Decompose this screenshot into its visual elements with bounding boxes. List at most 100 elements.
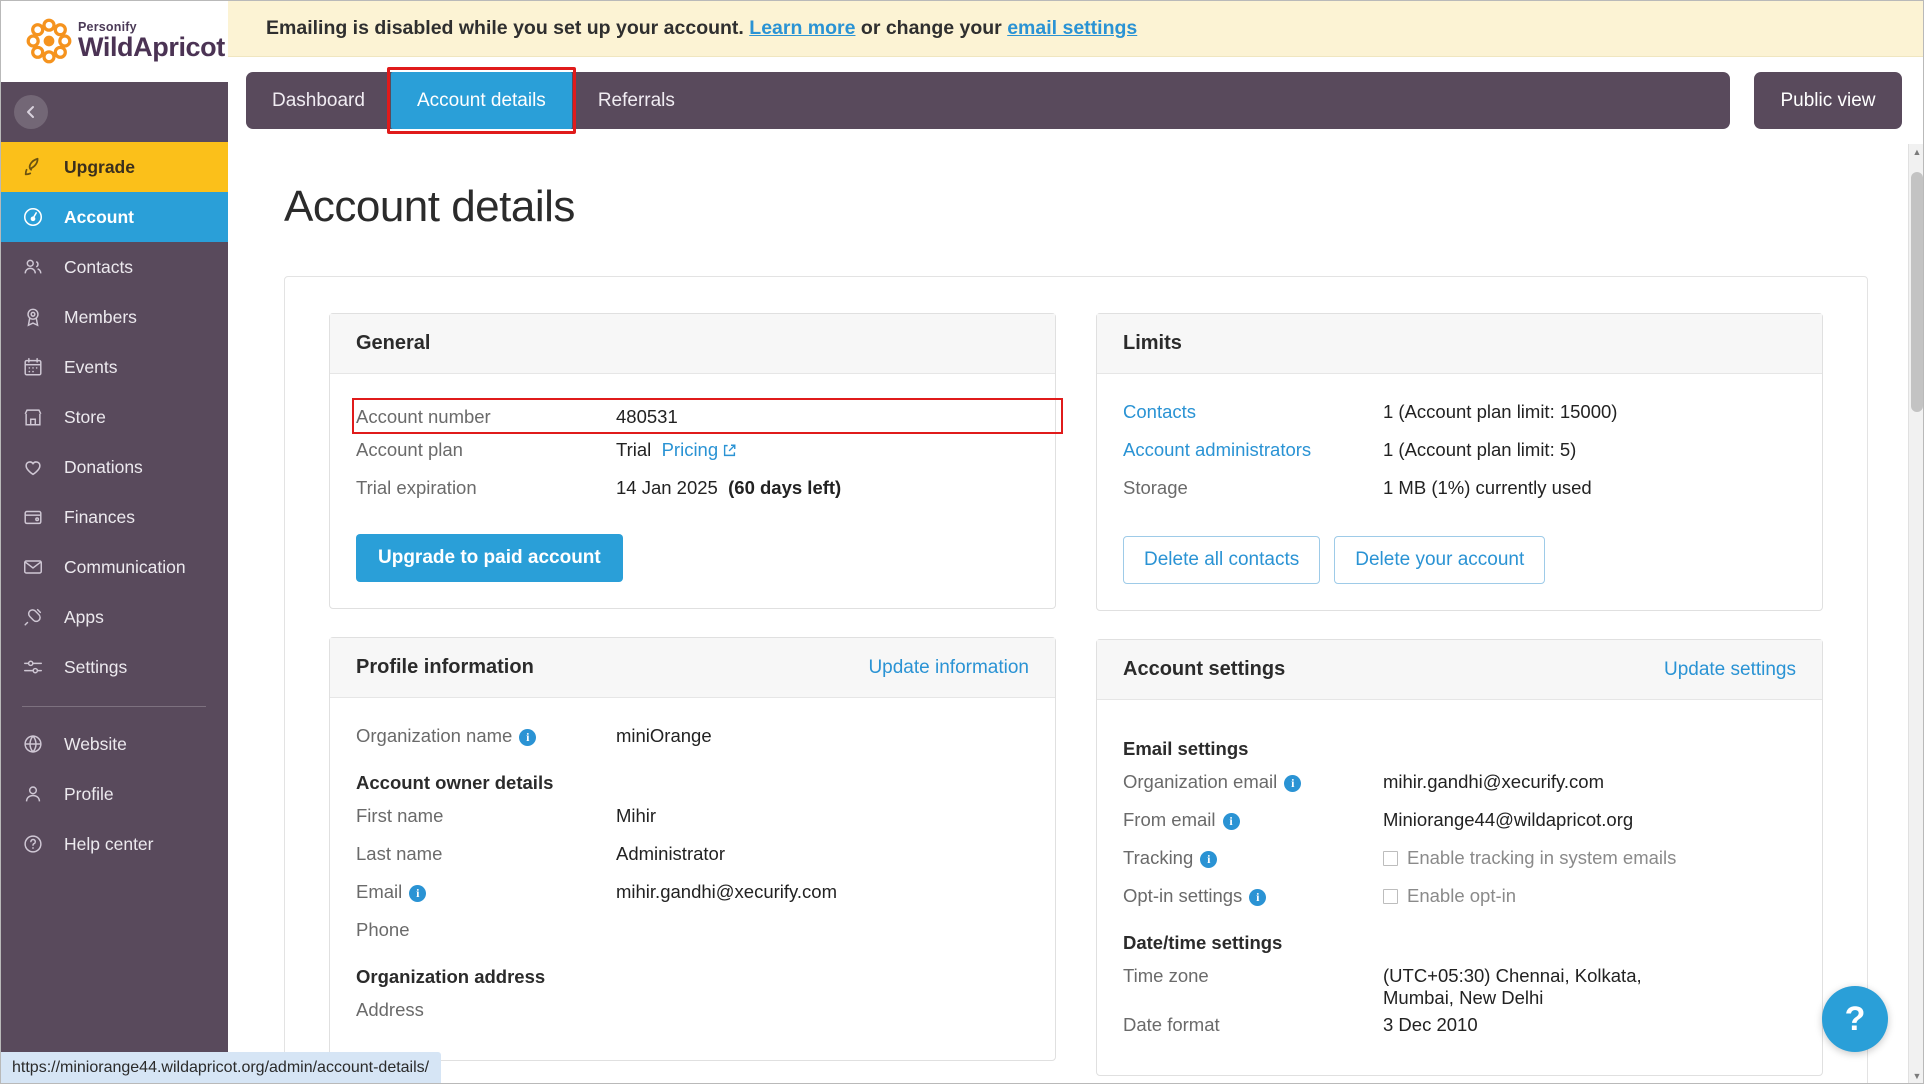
optin-value: Enable opt-in (1383, 882, 1516, 907)
datetime-settings-heading: Date/time settings (1123, 932, 1283, 953)
info-icon[interactable]: i (1200, 851, 1218, 868)
sidebar-item-contacts[interactable]: Contacts (0, 242, 228, 292)
sidebar-item-label: Events (64, 356, 118, 377)
store-icon (22, 406, 52, 428)
tracking-label: Tracking i (1123, 844, 1383, 869)
tab-dashboard[interactable]: Dashboard (246, 72, 391, 129)
email-settings-link[interactable]: email settings (1007, 17, 1137, 40)
limits-card-header: Limits (1097, 314, 1822, 374)
organization-email-row: Organization email i mihir.gandhi@xecurif… (1123, 768, 1796, 804)
account-plan-row: Account plan Trial Pricing (356, 436, 1029, 472)
scroll-up-arrow[interactable]: ▲ (1909, 144, 1924, 160)
sidebar-item-finances[interactable]: Finances (0, 492, 228, 542)
question-circle-icon (22, 833, 52, 855)
account-settings-card-header: Account settings Update settings (1097, 640, 1822, 700)
status-bar-url: https://miniorange44.wildapricot.org/adm… (0, 1052, 442, 1084)
contacts-limit-link[interactable]: Contacts (1123, 398, 1383, 423)
account-administrators-link[interactable]: Account administrators (1123, 436, 1383, 461)
address-row: Address (356, 996, 1029, 1032)
sidebar-item-label: Contacts (64, 256, 134, 277)
tabbar: Dashboard Account details Referrals (246, 67, 1730, 134)
sidebar-item-communication[interactable]: Communication (0, 542, 228, 592)
delete-your-account-button[interactable]: Delete your account (1334, 536, 1546, 584)
info-icon[interactable]: i (1249, 889, 1267, 906)
tab-account-details[interactable]: Account details (386, 67, 576, 134)
from-email-label: From email i (1123, 806, 1383, 831)
info-icon[interactable]: i (519, 729, 537, 746)
update-information-link[interactable]: Update information (868, 657, 1029, 679)
sidebar-item-settings[interactable]: Settings (0, 642, 228, 692)
sidebar-item-help-center[interactable]: Help center (0, 819, 228, 869)
tracking-value: Enable tracking in system emails (1383, 844, 1676, 869)
sidebar-item-members[interactable]: Members (0, 292, 228, 342)
email-settings-heading: Email settings (1123, 738, 1249, 759)
organization-email-label-text: Organization email (1123, 771, 1278, 792)
upgrade-to-paid-account-button[interactable]: Upgrade to paid account (356, 534, 623, 582)
organization-address-heading: Organization address (356, 966, 546, 987)
sidebar-item-apps[interactable]: Apps (0, 592, 228, 642)
phone-row: Phone (356, 916, 1029, 952)
account-number-value: 480531 (616, 406, 678, 427)
scrollbar-thumb[interactable] (1911, 172, 1923, 412)
limits-card-title: Limits (1123, 332, 1182, 354)
left-column: General Account number 480531 Account pl… (329, 313, 1063, 1084)
sidebar: Personify WildApricot Upgrade Account Co… (0, 0, 228, 1084)
pricing-link[interactable]: Pricing (662, 439, 719, 460)
sidebar-item-label: Communication (64, 556, 186, 577)
sidebar-item-events[interactable]: Events (0, 342, 228, 392)
info-icon[interactable]: i (409, 885, 427, 902)
tab-referrals[interactable]: Referrals (572, 72, 701, 129)
public-view-button[interactable]: Public view (1754, 72, 1902, 129)
notice-text: Emailing is disabled while you set up yo… (266, 16, 744, 39)
administrators-limit-value: 1 (Account plan limit: 5) (1383, 439, 1577, 460)
email-label: Email i (356, 878, 616, 903)
phone-label: Phone (356, 919, 410, 940)
general-card-title: General (356, 332, 431, 354)
wildapricot-flower-icon (26, 18, 72, 64)
organization-name-label-text: Organization name (356, 725, 513, 746)
general-card: General Account number 480531 Account pl… (329, 313, 1063, 609)
sidebar-item-account[interactable]: Account (0, 192, 228, 242)
page-scrollbar[interactable]: ▲ ▼ (1908, 144, 1924, 1084)
optin-checkbox[interactable] (1383, 889, 1398, 904)
learn-more-link[interactable]: Learn more (749, 17, 855, 40)
external-link-icon (722, 441, 737, 463)
account-plan-text: Trial (616, 439, 652, 460)
trial-days-left: (60 days left) (728, 477, 842, 498)
account-plan-value: Trial Pricing (616, 436, 737, 463)
tab-label: Account details (416, 89, 546, 111)
info-icon[interactable]: i (1284, 775, 1302, 792)
help-button[interactable]: ? (1822, 986, 1888, 1052)
last-name-value: Administrator (616, 843, 725, 864)
date-format-value: 3 Dec 2010 (1383, 1014, 1478, 1035)
date-format-row: Date format 3 Dec 2010 (1123, 1011, 1796, 1047)
person-icon (22, 783, 52, 805)
tracking-checkbox[interactable] (1383, 851, 1398, 866)
tab-label: Dashboard (272, 89, 365, 111)
account-owner-heading: Account owner details (356, 772, 554, 793)
sidebar-item-donations[interactable]: Donations (0, 442, 228, 492)
sidebar-item-label: Store (64, 406, 106, 427)
sidebar-item-store[interactable]: Store (0, 392, 228, 442)
update-settings-link[interactable]: Update settings (1664, 659, 1796, 681)
plug-icon (22, 606, 52, 628)
delete-all-contacts-button[interactable]: Delete all contacts (1123, 536, 1321, 584)
scroll-down-arrow[interactable]: ▼ (1909, 1068, 1924, 1084)
tabbar-wrapper: Dashboard Account details Referrals Publ… (228, 57, 1924, 144)
pricing-link-label: Pricing (661, 439, 719, 460)
email-row: Email i mihir.gandhi@xecurify.com (356, 878, 1029, 914)
sidebar-item-label: Upgrade (64, 156, 135, 177)
sidebar-item-upgrade[interactable]: Upgrade (0, 142, 228, 192)
info-icon[interactable]: i (1222, 813, 1240, 830)
sidebar-item-label: Help center (64, 833, 154, 854)
from-email-value: Miniorange44@wildapricot.org (1383, 809, 1634, 830)
timezone-label: Time zone (1123, 965, 1209, 986)
brand-logo[interactable]: Personify WildApricot (0, 0, 228, 82)
sidebar-item-website[interactable]: Website (0, 719, 228, 769)
collapse-sidebar-button[interactable] (14, 95, 48, 129)
limits-card-body: Contacts 1 (Account plan limit: 15000) A… (1097, 374, 1822, 610)
people-icon (22, 256, 52, 278)
wallet-icon (22, 506, 52, 528)
sidebar-item-profile[interactable]: Profile (0, 769, 228, 819)
sidebar-collapse-row (0, 82, 228, 142)
